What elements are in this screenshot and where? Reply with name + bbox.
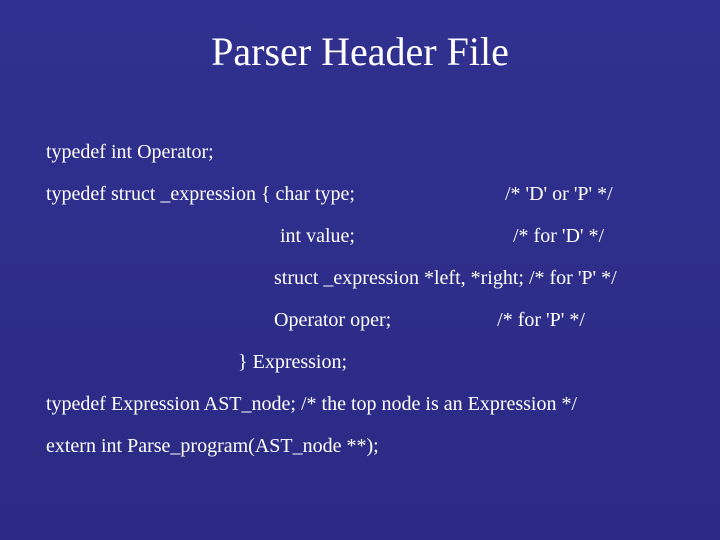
code-line-1: typedef int Operator; — [46, 142, 690, 162]
code-text: extern int Parse_program(AST_node **); — [46, 435, 379, 457]
code-text: typedef Expression AST_node; /* the top … — [46, 393, 577, 415]
code-text: typedef struct _expression { char type; — [46, 183, 355, 205]
code-line-4: struct _expression *left, *right; /* for… — [46, 268, 690, 288]
code-line-5: Operator oper; /* for 'P' */ — [46, 310, 690, 330]
code-comment: /* for 'D' */ — [513, 226, 604, 246]
code-text: Operator oper; — [274, 309, 391, 331]
code-line-8: extern int Parse_program(AST_node **); — [46, 436, 690, 456]
code-block: typedef int Operator; typedef struct _ex… — [46, 142, 690, 456]
slide-title: Parser Header File — [0, 28, 720, 75]
code-comment: /* 'D' or 'P' */ — [505, 184, 613, 204]
code-text: struct _expression *left, *right; /* for… — [274, 267, 617, 289]
code-text: int value; — [280, 225, 355, 247]
code-text: } Expression; — [238, 351, 347, 373]
code-line-6: } Expression; — [46, 352, 690, 372]
code-line-2: typedef struct _expression { char type; … — [46, 184, 690, 204]
code-text: typedef int Operator; — [46, 141, 214, 163]
slide: Parser Header File typedef int Operator;… — [0, 0, 720, 540]
code-line-3: int value; /* for 'D' */ — [46, 226, 690, 246]
code-line-7: typedef Expression AST_node; /* the top … — [46, 394, 690, 414]
code-comment: /* for 'P' */ — [497, 310, 585, 330]
